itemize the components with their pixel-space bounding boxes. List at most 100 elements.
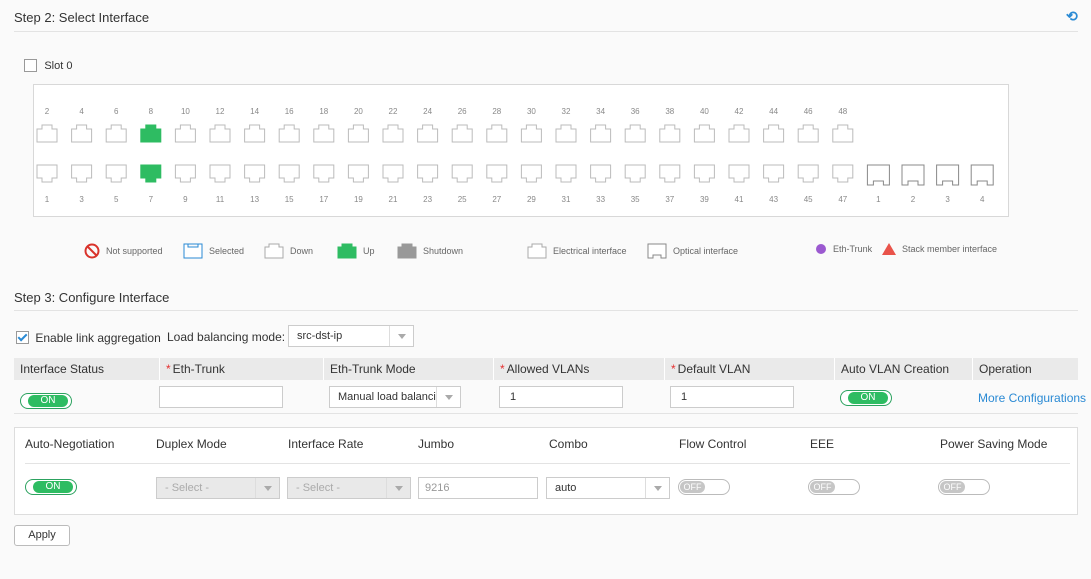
combo-select[interactable]: auto: [546, 477, 670, 499]
legend-down: Down: [264, 243, 313, 259]
port-17[interactable]: [313, 164, 335, 183]
slot-checkbox-row[interactable]: Slot 0: [24, 58, 72, 73]
more-configurations-link[interactable]: More Configurations: [978, 391, 1086, 405]
down-port-icon: [264, 243, 284, 259]
port-39[interactable]: [693, 164, 715, 183]
port-22[interactable]: [382, 124, 404, 143]
eee-toggle[interactable]: OFF: [808, 479, 860, 495]
port-48[interactable]: [832, 124, 854, 143]
port-number: 9: [183, 195, 188, 204]
link-aggregation-checkbox-row[interactable]: Enable link aggregation: [16, 330, 161, 345]
port-number: 44: [769, 107, 778, 116]
port-45[interactable]: [797, 164, 819, 183]
port-4[interactable]: [71, 124, 93, 143]
port-number: 21: [389, 195, 398, 204]
port-number: 11: [216, 195, 225, 204]
flow-control-toggle[interactable]: OFF: [678, 479, 730, 495]
port-6[interactable]: [105, 124, 127, 143]
duplex-mode-select[interactable]: - Select -: [156, 477, 280, 499]
eth-trunk-mode-select[interactable]: Manual load balanci: [329, 386, 461, 408]
port-44[interactable]: [763, 124, 785, 143]
port-46[interactable]: [797, 124, 819, 143]
port-19[interactable]: [347, 164, 369, 183]
port-32[interactable]: [555, 124, 577, 143]
port-36[interactable]: [624, 124, 646, 143]
port-23[interactable]: [417, 164, 439, 183]
legend-label: Up: [363, 246, 375, 256]
port-47[interactable]: [832, 164, 854, 183]
port-9[interactable]: [174, 164, 196, 183]
port-34[interactable]: [590, 124, 612, 143]
apply-button[interactable]: Apply: [14, 525, 70, 546]
port-30[interactable]: [520, 124, 542, 143]
load-balancing-label: Load balancing mode:: [167, 330, 286, 344]
legend-up: Up: [337, 243, 375, 259]
step3-title: Step 3: Configure Interface: [14, 290, 170, 305]
port-38[interactable]: [659, 124, 681, 143]
optical-port-2[interactable]: [901, 164, 925, 186]
optical-port-1[interactable]: [866, 164, 890, 186]
port-5[interactable]: [105, 164, 127, 183]
port-15[interactable]: [278, 164, 300, 183]
port-21[interactable]: [382, 164, 404, 183]
port-37[interactable]: [659, 164, 681, 183]
port-42[interactable]: [728, 124, 750, 143]
header-interface-rate: Interface Rate: [288, 437, 364, 451]
port-8[interactable]: [140, 124, 162, 143]
interface-rate-select[interactable]: - Select -: [287, 477, 411, 499]
port-7[interactable]: [140, 164, 162, 183]
port-10[interactable]: [174, 124, 196, 143]
port-20[interactable]: [347, 124, 369, 143]
port-14[interactable]: [244, 124, 266, 143]
up-port-icon: [337, 243, 357, 259]
eth-trunk-icon: [816, 244, 826, 254]
port-18[interactable]: [313, 124, 335, 143]
port-3[interactable]: [71, 164, 93, 183]
port-2[interactable]: [36, 124, 58, 143]
default-vlan-input[interactable]: 1: [670, 386, 794, 408]
port-27[interactable]: [486, 164, 508, 183]
port-26[interactable]: [451, 124, 473, 143]
header-eth-trunk: * Eth-Trunk: [159, 358, 225, 380]
toggle-knob: ON: [28, 395, 68, 407]
port-28[interactable]: [486, 124, 508, 143]
interface-status-toggle[interactable]: ON: [20, 393, 72, 409]
auto-negotiation-toggle[interactable]: ON: [25, 479, 77, 495]
port-35[interactable]: [624, 164, 646, 183]
jumbo-input[interactable]: 9216: [418, 477, 538, 499]
port-29[interactable]: [520, 164, 542, 183]
chevron-down-icon: [255, 478, 279, 498]
refresh-icon[interactable]: ⟲: [1066, 8, 1078, 25]
port-number: 37: [665, 195, 674, 204]
port-number: 3: [79, 195, 84, 204]
power-saving-toggle[interactable]: OFF: [938, 479, 990, 495]
link-aggregation-checkbox[interactable]: [16, 331, 29, 345]
header-combo: Combo: [549, 437, 588, 451]
toggle-knob: OFF: [810, 481, 835, 493]
port-24[interactable]: [417, 124, 439, 143]
port-40[interactable]: [693, 124, 715, 143]
port-number: 14: [250, 107, 259, 116]
port-11[interactable]: [209, 164, 231, 183]
port-16[interactable]: [278, 124, 300, 143]
port-1[interactable]: [36, 164, 58, 183]
port-41[interactable]: [728, 164, 750, 183]
port-25[interactable]: [451, 164, 473, 183]
optical-port-3[interactable]: [936, 164, 960, 186]
header-flow-control: Flow Control: [679, 437, 747, 451]
port-13[interactable]: [244, 164, 266, 183]
allowed-vlans-input[interactable]: 1: [499, 386, 623, 408]
port-43[interactable]: [763, 164, 785, 183]
toggle-knob: ON: [33, 481, 73, 493]
port-12[interactable]: [209, 124, 231, 143]
slot-checkbox[interactable]: [24, 59, 37, 73]
auto-vlan-creation-toggle[interactable]: ON: [840, 390, 892, 406]
port-33[interactable]: [590, 164, 612, 183]
legend-label: Electrical interface: [553, 246, 627, 256]
port-31[interactable]: [555, 164, 577, 183]
divider: [14, 310, 1078, 311]
optical-port-4[interactable]: [970, 164, 994, 186]
shutdown-port-icon: [397, 243, 417, 259]
eth-trunk-input[interactable]: [159, 386, 283, 408]
load-balancing-select[interactable]: src-dst-ip: [288, 325, 414, 347]
